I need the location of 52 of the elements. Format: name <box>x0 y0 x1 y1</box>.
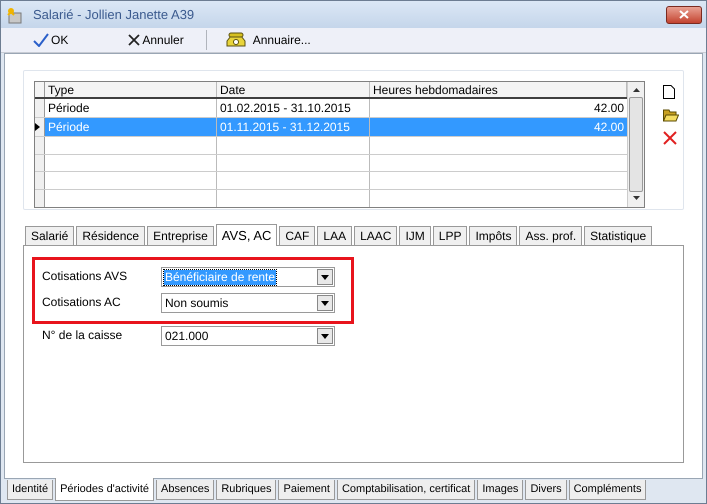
checkmark-icon <box>33 33 49 47</box>
table-cell-text: 42.00 <box>592 100 625 117</box>
row-pointer-icon <box>35 123 40 131</box>
folder-icon[interactable] <box>663 108 679 122</box>
table-cell: 01.11.2015 - 31.12.2015 <box>217 118 370 136</box>
toolbar-button[interactable]: OK <box>31 30 70 50</box>
toolbar-button[interactable]: Annuler <box>126 30 186 50</box>
scroll-thumb[interactable] <box>629 97 643 192</box>
table-cell-text: 42.00 <box>592 119 625 136</box>
dropdown[interactable]: 021.000 <box>161 326 335 346</box>
tab[interactable]: Rubriques <box>216 480 276 500</box>
tab[interactable]: Salarié <box>25 226 74 245</box>
tab[interactable]: AVS, AC <box>216 224 278 246</box>
tab[interactable]: Statistique <box>584 226 652 245</box>
scroll-up-icon[interactable] <box>632 88 640 92</box>
tab[interactable]: Résidence <box>76 226 146 245</box>
tab[interactable]: Périodes d'activité <box>55 478 154 501</box>
tab[interactable]: IJM <box>399 226 431 245</box>
close-button[interactable] <box>666 6 702 24</box>
window-title: Salarié - Jollien Janette A39 <box>33 6 194 24</box>
scroll-down-icon[interactable] <box>632 196 640 200</box>
dropdown[interactable]: Non soumis <box>161 293 335 313</box>
tab[interactable]: Paiement <box>278 480 335 500</box>
tab[interactable]: CAF <box>279 226 316 245</box>
new-document-icon[interactable] <box>663 85 675 99</box>
column-header[interactable]: Date <box>217 82 370 97</box>
tab[interactable]: LPP <box>432 226 468 245</box>
telephone-icon <box>224 32 247 48</box>
toolbar-button[interactable]: Annuaire... <box>222 30 313 50</box>
tab[interactable]: Comptabilisation, certificat <box>336 480 476 500</box>
column-header[interactable]: Type <box>45 82 217 97</box>
person-icon <box>5 6 23 24</box>
tab[interactable]: Ass. prof. <box>519 226 582 245</box>
close-icon <box>679 10 689 19</box>
field-label: Cotisations AVS <box>42 268 128 285</box>
tab[interactable]: Impôts <box>469 226 518 245</box>
table-cell: Période <box>45 118 217 136</box>
tab[interactable]: LAAC <box>354 226 398 245</box>
tab[interactable]: Compléments <box>568 480 646 500</box>
scrollbar[interactable] <box>627 82 644 207</box>
field-label: Cotisations AC <box>42 294 122 311</box>
tab[interactable]: LAA <box>317 226 352 245</box>
tab[interactable]: Absences <box>156 480 214 500</box>
tab[interactable]: Identité <box>7 480 54 500</box>
tab[interactable]: Divers <box>525 480 567 500</box>
table-cell: 01.02.2015 - 31.10.2015 <box>217 99 370 117</box>
close-icon <box>128 34 140 46</box>
delete-icon[interactable] <box>663 131 677 145</box>
table-cell: Période <box>45 99 217 117</box>
tab[interactable]: Entreprise <box>147 226 214 245</box>
field-label: N° de la caisse <box>42 327 124 344</box>
tab[interactable]: Images <box>477 480 524 500</box>
